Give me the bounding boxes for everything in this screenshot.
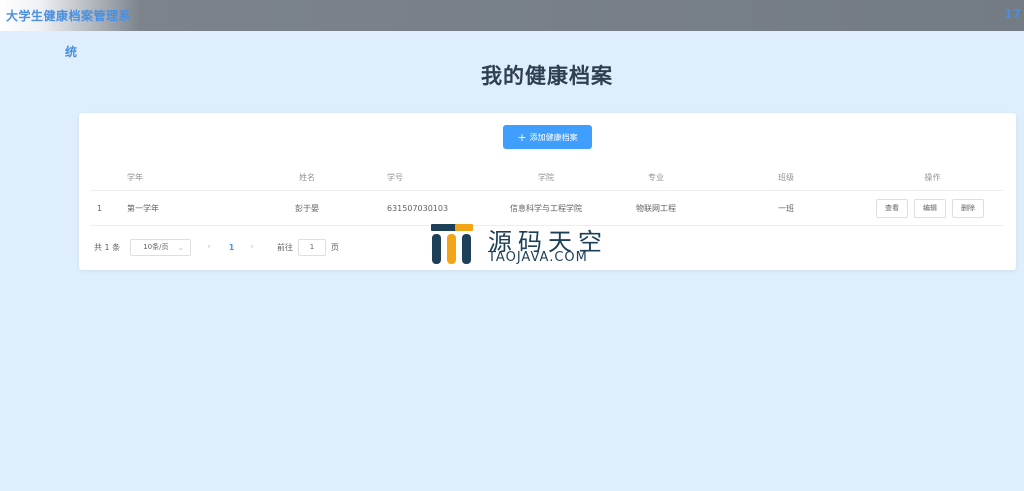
header-index (91, 165, 121, 190)
table-header: 学年 姓名 学号 学院 专业 班级 操作 (91, 165, 1004, 191)
row-year: 第一学年 (127, 203, 159, 213)
watermark-domain: TAOJAVA.COM (488, 250, 588, 265)
row-college: 信息科学与工程学院 (510, 203, 582, 213)
page-size-value: 10条/页 (143, 243, 169, 251)
app-title: 大学生健康档案管理系 (6, 9, 132, 23)
row-actions: 查看 编辑 删除 (876, 191, 1004, 225)
next-page-icon[interactable]: › (250, 242, 254, 252)
delete-button[interactable]: 删除 (952, 198, 984, 218)
watermark: 源码天空 TAOJAVA.COM (431, 222, 611, 268)
header-class: 班级 (778, 173, 794, 182)
chevron-down-icon: ⌄ (177, 242, 185, 252)
top-right-text: 17 (1004, 7, 1021, 21)
page-size-select[interactable]: 10条/页 ⌄ (130, 238, 192, 256)
add-record-label: 添加健康档案 (529, 132, 578, 142)
row-major: 物联网工程 (636, 203, 676, 213)
watermark-logo-icon (431, 224, 473, 264)
header-major: 专业 (648, 173, 664, 182)
page-suffix: 页 (330, 242, 339, 252)
add-record-button[interactable]: + 添加健康档案 (503, 125, 592, 149)
row-class: 一班 (778, 203, 794, 213)
header-year: 学年 (127, 173, 143, 182)
row-name: 彭于晏 (295, 203, 319, 213)
header-college: 学院 (538, 173, 554, 182)
prev-page-icon[interactable]: ‹ (207, 242, 211, 252)
edit-button[interactable]: 编辑 (914, 198, 946, 218)
header-student-no: 学号 (387, 173, 403, 182)
goto-label: 前往 (276, 242, 293, 252)
page-number-current[interactable]: 1 (229, 243, 235, 252)
page-title: 我的健康档案 (481, 64, 613, 88)
plus-icon: + (517, 130, 527, 144)
pagination-total: 共 1 条 (94, 242, 121, 252)
view-button[interactable]: 查看 (876, 198, 908, 218)
header-name: 姓名 (299, 173, 315, 182)
top-bar: 大学生健康档案管理系 17 (0, 0, 1024, 31)
app-title-overflow: 统 (65, 45, 78, 59)
pagination: 共 1 条 10条/页 ⌄ ‹ 1 › 前往 页 (94, 238, 339, 256)
header-actions: 操作 (924, 173, 941, 182)
row-student-no: 631507030103 (387, 203, 449, 213)
goto-page-input[interactable] (297, 238, 326, 256)
row-index: 1 (97, 203, 103, 213)
table-row: 1 第一学年 彭于晏 631507030103 信息科学与工程学院 物联网工程 … (91, 191, 1004, 226)
